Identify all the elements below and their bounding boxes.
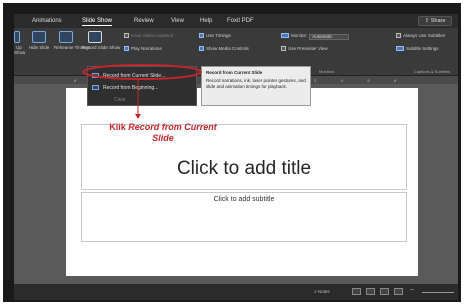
status-bar: ≡ Notes − (14, 284, 458, 300)
reading-view-icon[interactable] (380, 288, 389, 295)
zoom-slider[interactable] (422, 292, 454, 293)
arrow-head (135, 114, 141, 119)
highlight-ellipse (82, 64, 202, 80)
slide-sorter-icon[interactable] (366, 288, 375, 295)
powerpoint-window: Animations Slide Show Review View Help F… (14, 14, 458, 300)
annotation-overlay (82, 64, 202, 119)
notes-label: Notes (317, 289, 330, 294)
screenshot-frame: Animations Slide Show Review View Help F… (3, 3, 461, 302)
slide-show-view-icon[interactable] (394, 288, 403, 295)
zoom-out-icon[interactable]: − (410, 287, 414, 294)
notes-button[interactable]: ≡ Notes (314, 289, 330, 294)
normal-view-icon[interactable] (352, 288, 361, 295)
